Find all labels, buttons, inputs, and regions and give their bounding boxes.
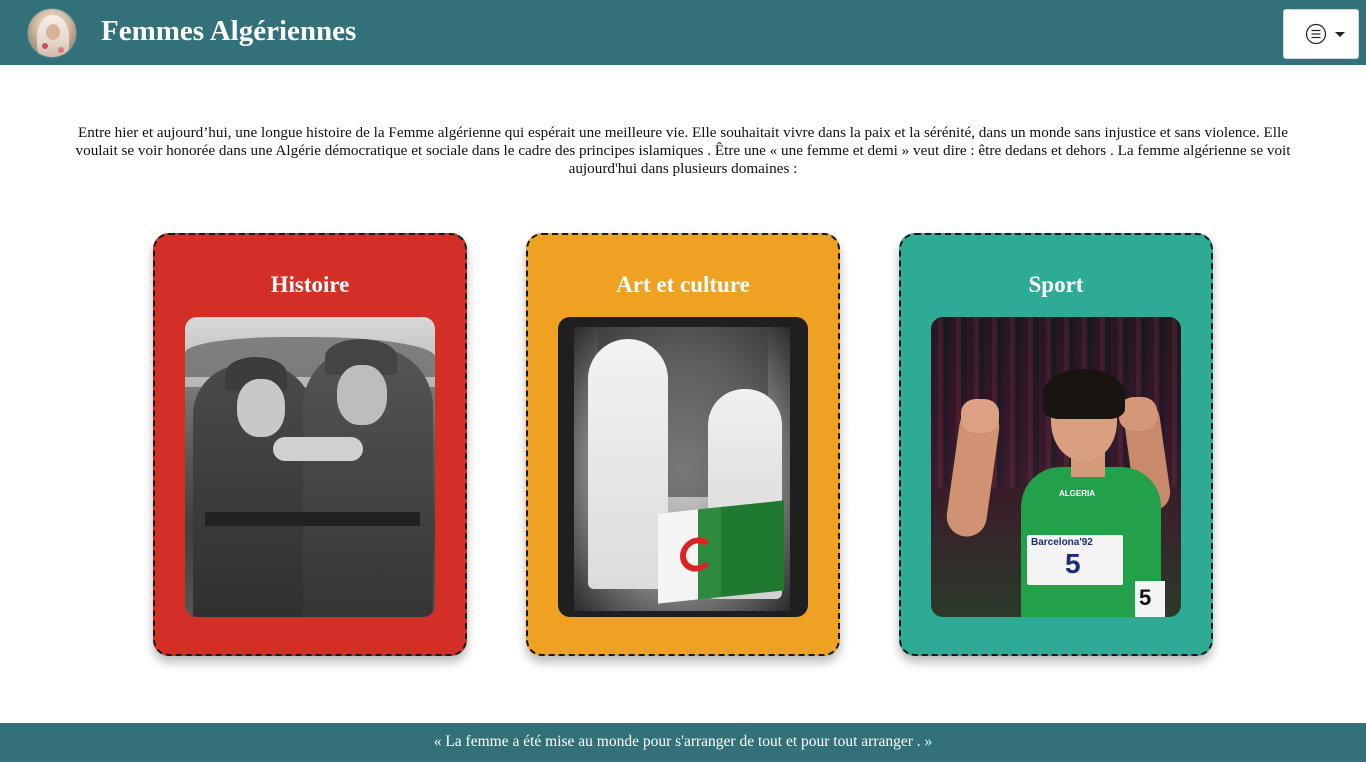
- card-title: Art et culture: [616, 272, 750, 297]
- bib-event: Barcelona'92: [1031, 537, 1093, 548]
- bib-number-side: 5: [1139, 585, 1152, 610]
- card-title: Sport: [1028, 272, 1084, 297]
- veiled-woman-standing: [588, 339, 668, 589]
- menu-button[interactable]: [1283, 9, 1359, 59]
- women-soldiers-photo[interactable]: [185, 317, 435, 617]
- belt: [205, 512, 420, 526]
- hands: [273, 437, 363, 461]
- card-title: Histoire: [270, 272, 350, 297]
- jersey-text: ALGERIA: [1059, 489, 1095, 498]
- algerian-flag: [658, 500, 784, 604]
- list-circle-icon: [1305, 23, 1327, 45]
- face-right: [337, 365, 387, 425]
- logo-avatar[interactable]: [27, 8, 77, 58]
- footer-quote: « La femme a été mise au monde pour s'ar…: [433, 733, 933, 750]
- intro-paragraph: Entre hier et aujourd’hui, une longue hi…: [75, 124, 1291, 177]
- athlete-celebrating-photo[interactable]: ALGERIA Barcelona'92 5 5: [931, 317, 1181, 617]
- logo-flower: [42, 43, 48, 49]
- bib-number: 5: [1065, 548, 1081, 579]
- header: Femmes Algériennes: [0, 0, 1366, 65]
- card-sport[interactable]: Sport ALGERIA Barcelona'92 5 5: [899, 233, 1213, 656]
- logo-face: [46, 24, 60, 40]
- caret-down-icon: [1335, 32, 1345, 37]
- veiled-women-flag-photo[interactable]: [558, 317, 808, 617]
- fist-left: [961, 399, 999, 433]
- card-histoire[interactable]: Histoire: [153, 233, 467, 656]
- card-art-culture[interactable]: Art et culture: [526, 233, 840, 656]
- face-left: [237, 379, 285, 437]
- footer: « La femme a été mise au monde pour s'ar…: [0, 723, 1366, 762]
- logo-flower: [58, 47, 64, 53]
- hair: [1043, 369, 1125, 419]
- site-title[interactable]: Femmes Algériennes: [101, 12, 356, 50]
